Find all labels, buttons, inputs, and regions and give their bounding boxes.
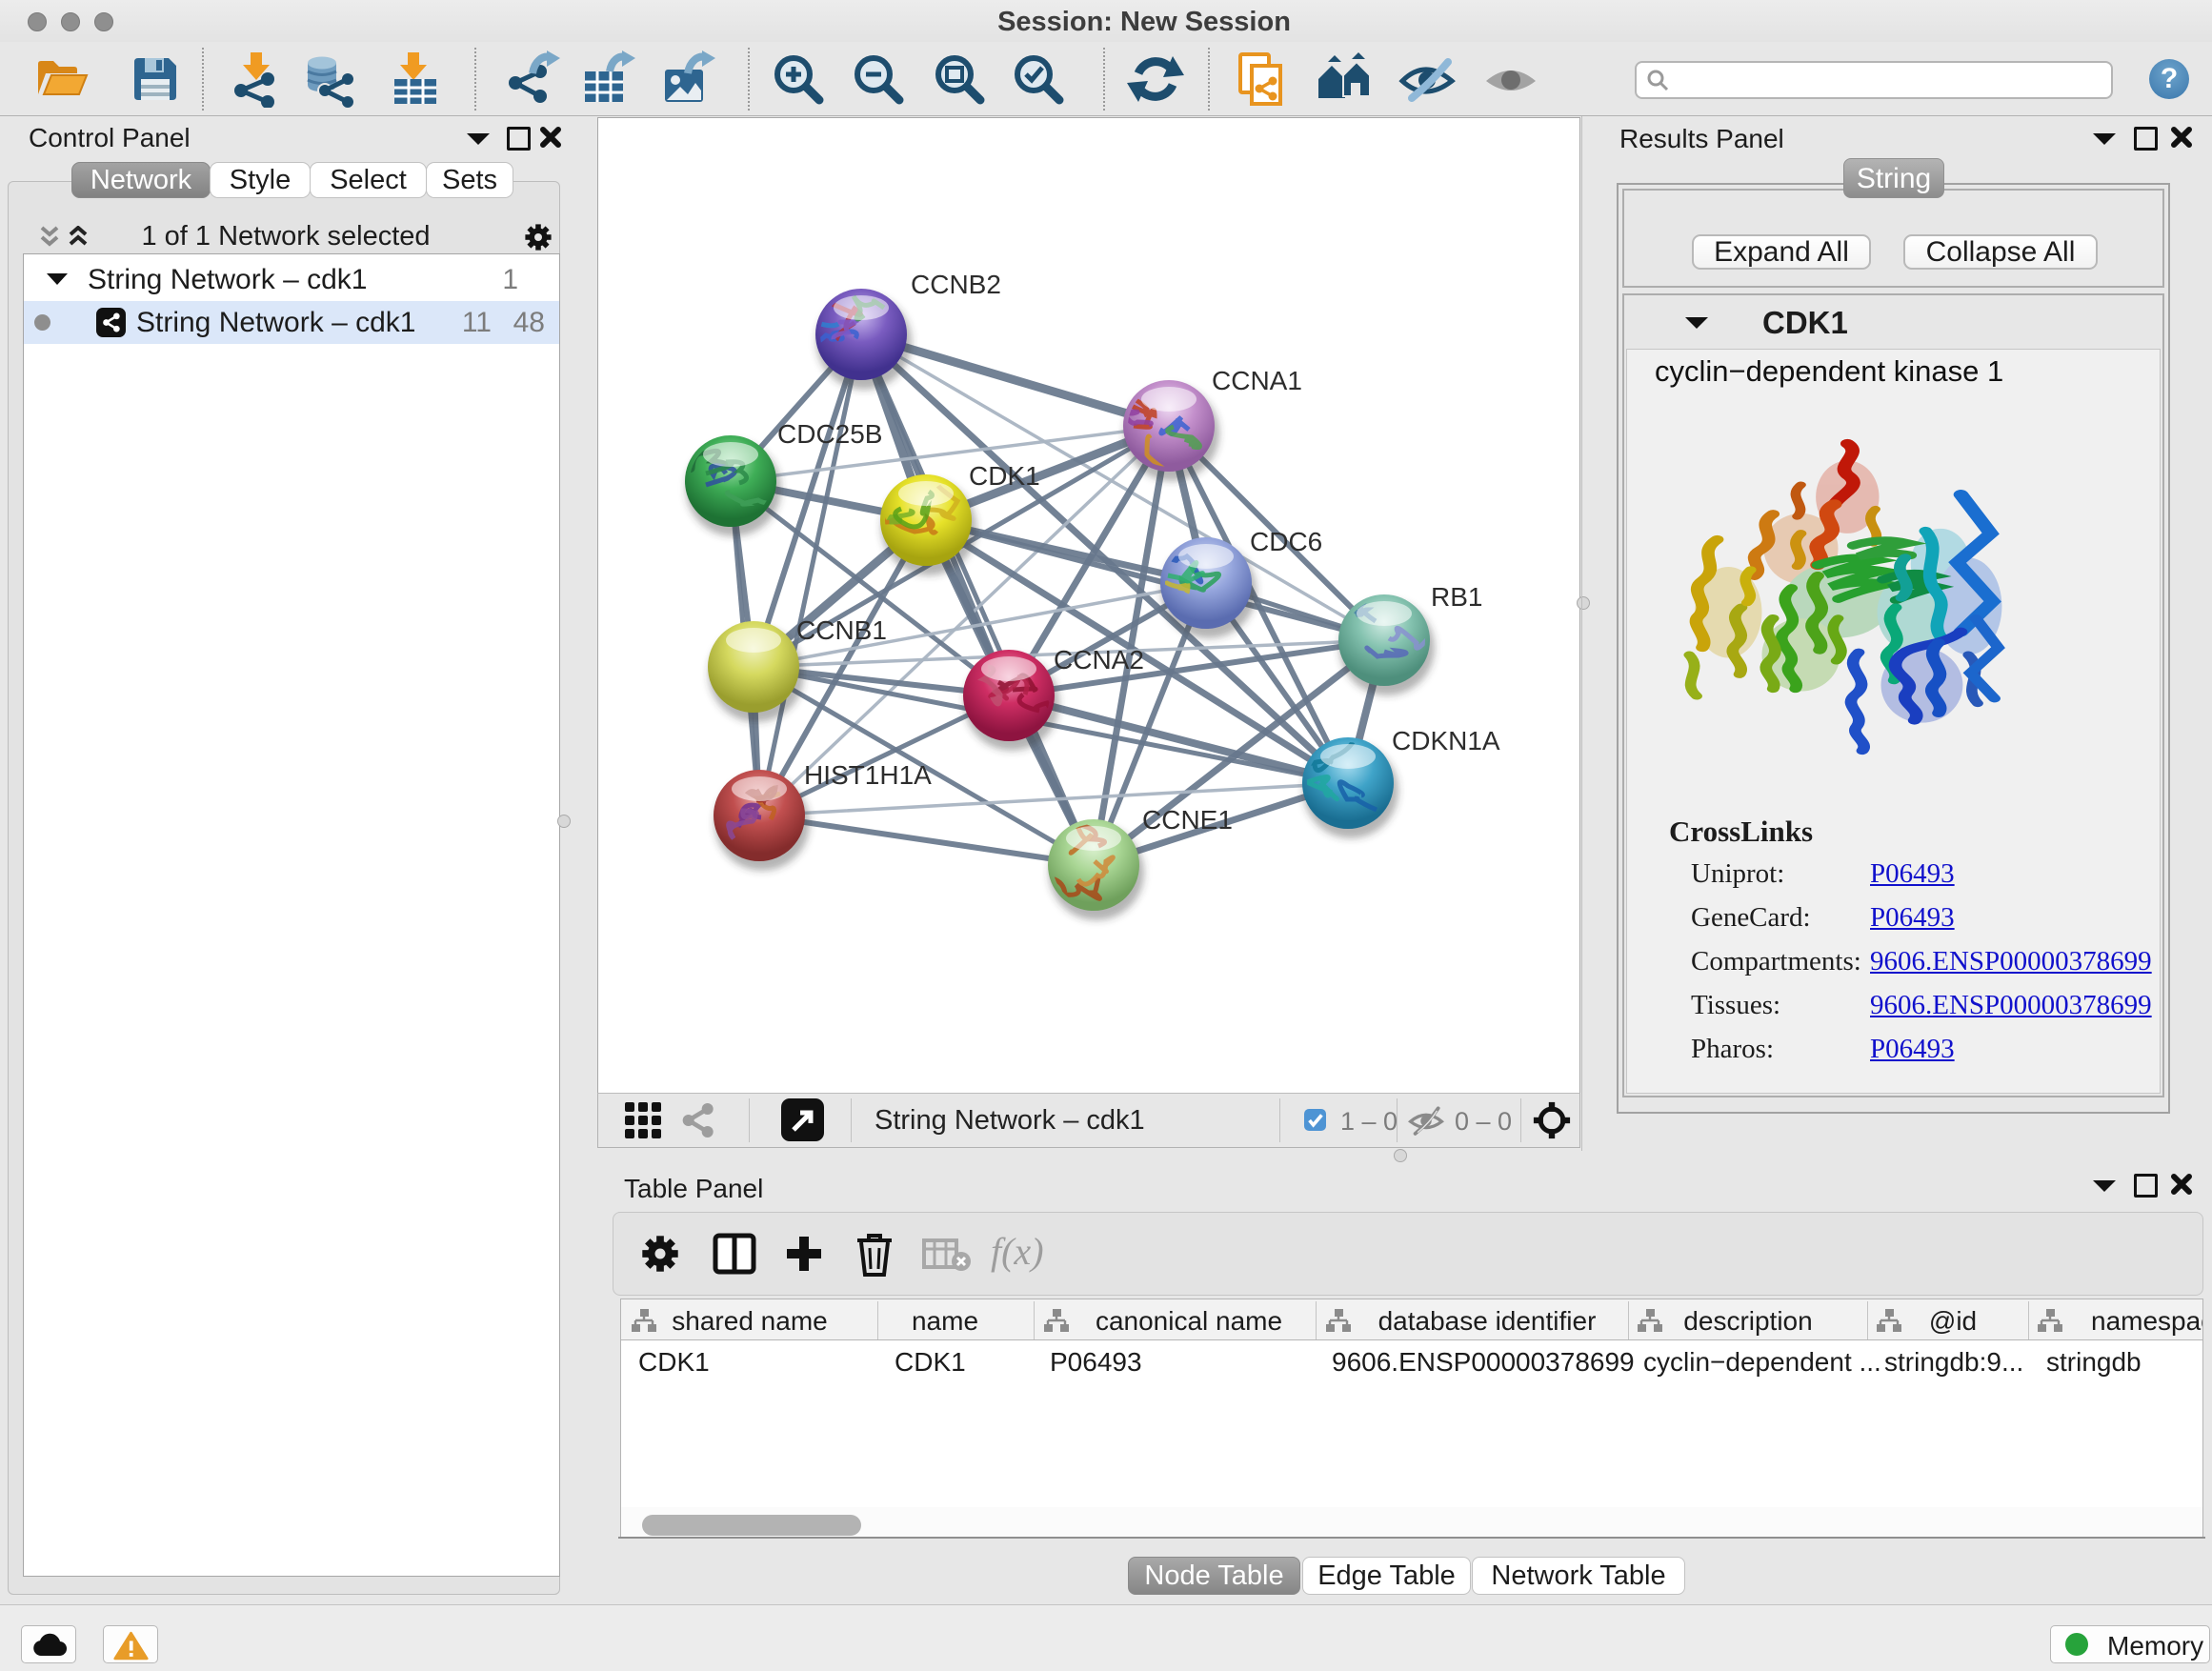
svg-text:CDC6: CDC6	[1250, 527, 1322, 556]
svg-text:RB1: RB1	[1431, 582, 1482, 612]
svg-text:CCNB2: CCNB2	[911, 270, 1001, 299]
svg-text:CDKN1A: CDKN1A	[1392, 726, 1500, 755]
svg-text:CCNA1: CCNA1	[1212, 366, 1302, 395]
svg-text:HIST1H1A: HIST1H1A	[804, 760, 932, 790]
svg-text:CDC25B: CDC25B	[777, 419, 882, 449]
svg-text:CCNE1: CCNE1	[1142, 805, 1233, 835]
svg-text:CCNA2: CCNA2	[1054, 645, 1144, 674]
svg-text:CCNB1: CCNB1	[796, 615, 887, 645]
svg-text:CDK1: CDK1	[969, 461, 1040, 491]
